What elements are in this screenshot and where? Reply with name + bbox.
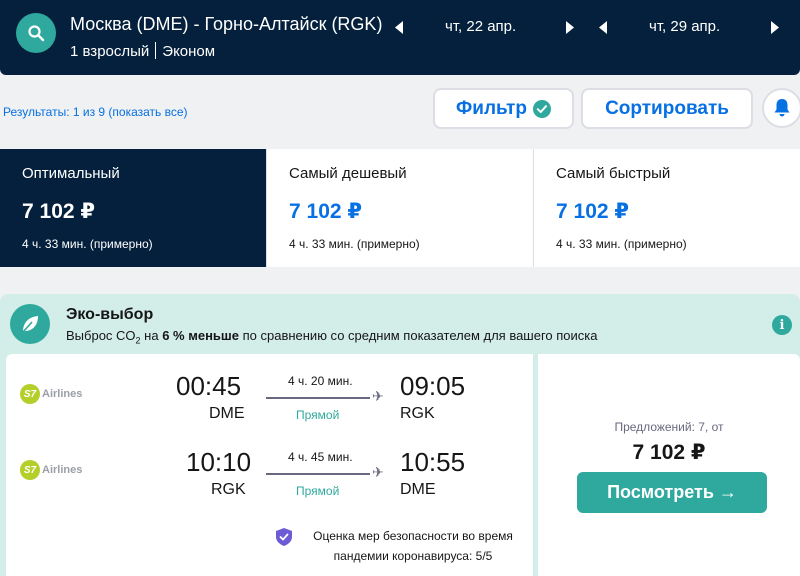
eco-desc-part: Выброс CO — [66, 328, 136, 343]
arrow-right-icon — [771, 20, 779, 34]
shield-icon — [276, 528, 292, 546]
airline-name: Airlines — [42, 464, 83, 476]
info-icon[interactable]: i — [772, 315, 792, 335]
stops-label: Прямой — [296, 484, 340, 498]
filter-button[interactable]: Фильтр — [433, 88, 574, 129]
passenger-cabin-info[interactable]: 1 взрослый Эконом — [70, 42, 215, 60]
airline-logo: S7 Airlines — [20, 384, 82, 404]
leaf-icon — [22, 316, 38, 333]
check-circle-icon — [532, 99, 551, 118]
return-date-next-button[interactable] — [769, 17, 781, 37]
price-panel: Предложений: 7, от 7 102 ₽ Посмотреть → — [538, 354, 800, 576]
search-button[interactable] — [16, 13, 56, 53]
eco-description: Выброс CO2 на 6 % меньше по сравнению со… — [66, 328, 598, 346]
tab-price: 7 102 ₽ — [556, 200, 629, 223]
tab-cheapest[interactable]: Самый дешевый 7 102 ₽ 4 ч. 33 мин. (прим… — [267, 149, 534, 267]
flight-duration: 4 ч. 45 мин. — [288, 450, 353, 464]
leaf-badge — [10, 304, 50, 344]
stops-label: Прямой — [296, 408, 340, 422]
tab-duration: 4 ч. 33 мин. (примерно) — [289, 237, 420, 251]
eco-desc-part: по сравнению со средним показателем для … — [238, 328, 598, 343]
departure-time: 00:45 — [176, 371, 242, 401]
search-icon — [28, 25, 45, 42]
price-alert-button[interactable] — [762, 88, 800, 128]
tab-duration: 4 ч. 33 мин. (примерно) — [556, 237, 687, 251]
flight-line — [266, 473, 370, 475]
cabin-class: Эконом — [162, 43, 216, 60]
return-leg: S7 Airlines 10:10 RGK 4 ч. 45 мин. ✈ Пря… — [6, 444, 533, 514]
separator — [155, 42, 157, 59]
outbound-leg: S7 Airlines 00:45 DME 4 ч. 20 мин. ✈ Пря… — [6, 368, 533, 438]
view-deal-button[interactable]: Посмотреть → — [577, 472, 767, 513]
eco-title: Эко-выбор — [66, 306, 154, 323]
tab-price: 7 102 ₽ — [289, 200, 362, 223]
offer-price: 7 102 ₽ — [632, 441, 706, 464]
arrow-left-icon — [599, 20, 607, 34]
covid-safety-rating: Оценка мер безопасности во время пандеми… — [276, 526, 528, 566]
arrow-right-icon — [566, 20, 574, 34]
s7-logo-icon: S7 — [20, 460, 40, 480]
depart-date-prev-button[interactable] — [393, 17, 405, 37]
tab-label: Оптимальный — [22, 165, 120, 182]
tab-fastest[interactable]: Самый быстрый 7 102 ₽ 4 ч. 33 мин. (прим… — [534, 149, 800, 267]
tab-duration: 4 ч. 33 мин. (примерно) — [22, 237, 153, 251]
tab-price: 7 102 ₽ — [22, 200, 95, 223]
plane-icon: ✈ — [372, 464, 384, 480]
arrival-time: 09:05 — [400, 371, 466, 401]
safety-text: Оценка мер безопасности во время пандеми… — [313, 529, 513, 563]
sort-button[interactable]: Сортировать — [581, 88, 753, 129]
tab-label: Самый дешевый — [289, 165, 407, 182]
return-date-prev-button[interactable] — [597, 17, 609, 37]
flight-line — [266, 397, 370, 399]
flight-duration: 4 ч. 20 мин. — [288, 374, 353, 388]
arrival-airport: RGK — [400, 405, 435, 422]
offers-count: Предложений: 7, от — [614, 420, 724, 434]
sort-label: Сортировать — [605, 97, 729, 119]
plane-icon: ✈ — [372, 388, 384, 404]
arrow-left-icon — [395, 20, 403, 34]
departure-airport: RGK — [211, 481, 246, 498]
depart-date-next-button[interactable] — [564, 17, 576, 37]
results-count-link[interactable]: Результаты: 1 из 9 (показать все) — [3, 105, 188, 119]
departure-time: 10:10 — [186, 447, 252, 477]
departure-airport: DME — [209, 405, 245, 422]
s7-logo-icon: S7 — [20, 384, 40, 404]
airline-name: Airlines — [42, 388, 83, 400]
search-summary-header: Москва (DME) - Горно-Алтайск (RGK) 1 взр… — [0, 0, 800, 75]
view-deal-label: Посмотреть → — [607, 482, 737, 502]
depart-date[interactable]: чт, 22 апр. — [445, 18, 516, 35]
arrival-airport: DME — [400, 481, 436, 498]
tab-optimal[interactable]: Оптимальный 7 102 ₽ 4 ч. 33 мин. (пример… — [0, 149, 267, 267]
bell-icon — [774, 99, 790, 117]
tab-label: Самый быстрый — [556, 165, 671, 182]
eco-desc-part: на — [140, 328, 163, 343]
sort-tabs: Оптимальный 7 102 ₽ 4 ч. 33 мин. (пример… — [0, 149, 800, 267]
filter-label: Фильтр — [456, 97, 527, 119]
return-date[interactable]: чт, 29 апр. — [649, 18, 720, 35]
airline-logo: S7 Airlines — [20, 460, 82, 480]
route-title[interactable]: Москва (DME) - Горно-Алтайск (RGK) — [70, 14, 382, 35]
arrival-time: 10:55 — [400, 447, 466, 477]
passenger-count: 1 взрослый — [70, 43, 150, 60]
eco-desc-highlight: 6 % меньше — [162, 328, 239, 343]
flight-itinerary[interactable]: S7 Airlines 00:45 DME 4 ч. 20 мин. ✈ Пря… — [6, 354, 533, 576]
